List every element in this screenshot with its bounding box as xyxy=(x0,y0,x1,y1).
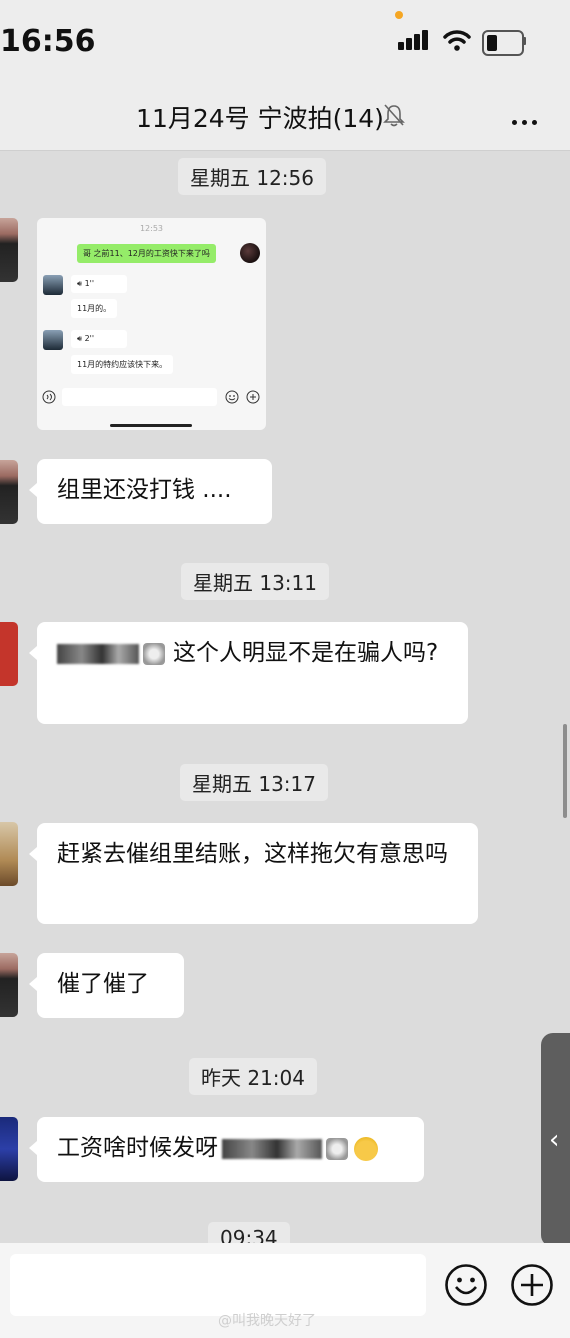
avatar[interactable] xyxy=(0,1117,18,1181)
voice-icon: 🔊︎ xyxy=(77,334,85,343)
message-text: 赶紧去催组里结账，这样拖欠有意思吗 xyxy=(57,841,448,867)
more-icon[interactable] xyxy=(512,110,542,129)
mosaic-redaction xyxy=(57,643,139,664)
voice-duration: 2'' xyxy=(84,334,95,343)
battery-nub xyxy=(523,37,526,45)
message-input[interactable] xyxy=(10,1254,426,1316)
message-bubble[interactable]: 组里还没打钱 .... xyxy=(29,459,272,524)
avatar[interactable] xyxy=(0,953,18,1017)
wifi-icon xyxy=(443,30,471,51)
avatar[interactable] xyxy=(0,218,18,282)
screenshot-input xyxy=(62,388,217,406)
voice-icon: 🔊︎ xyxy=(77,279,85,288)
sticker-emoji xyxy=(143,642,165,665)
voice-duration: 1'' xyxy=(84,279,95,288)
mute-icon xyxy=(383,104,405,127)
timestamp: 星期五 12:56 xyxy=(178,158,326,195)
screenshot-reply: 11月的特约应该快下来。 xyxy=(71,355,174,374)
voice-message: 🔊︎ 2'' xyxy=(71,330,127,348)
timestamp: 昨天 21:04 xyxy=(189,1058,317,1095)
watermark: @叫我晚天好了 xyxy=(218,1313,316,1329)
scrollbar[interactable] xyxy=(563,724,567,818)
chat-title[interactable]: 11月24号 宁波拍(14) xyxy=(0,99,520,135)
message-text: 组里还没打钱 .... xyxy=(57,477,232,503)
emoji-face xyxy=(354,1136,378,1161)
emoji-icon[interactable] xyxy=(444,1263,488,1307)
message-bubble[interactable]: 这个人明显不是在骗人吗? xyxy=(29,622,468,724)
signal-icon xyxy=(398,30,430,50)
screenshot-reply: 11月的。 xyxy=(71,299,118,318)
emoji-icon xyxy=(225,390,239,404)
plus-icon[interactable] xyxy=(510,1263,554,1307)
battery-level xyxy=(487,35,497,51)
message-bubble[interactable]: 赶紧去催组里结账，这样拖欠有意思吗 xyxy=(29,823,478,924)
screenshot-avatar xyxy=(240,243,260,263)
message-text: 这个人明显不是在骗人吗? xyxy=(173,640,439,666)
avatar[interactable] xyxy=(0,460,18,524)
screenshot-time: 12:53 xyxy=(139,224,164,233)
avatar[interactable] xyxy=(0,622,18,686)
mosaic-redaction xyxy=(222,1138,322,1159)
timestamp: 星期五 13:17 xyxy=(180,764,328,801)
status-time: 16:56 xyxy=(0,24,96,59)
chevron-left-icon: ‹ xyxy=(549,1125,560,1155)
message-bubble[interactable]: 催了催了 xyxy=(29,953,184,1018)
sticker-emoji xyxy=(326,1137,348,1160)
screenshot-avatar xyxy=(43,330,63,350)
battery-icon xyxy=(482,30,524,56)
timestamp: 星期五 13:11 xyxy=(181,563,329,600)
screenshot-avatar xyxy=(43,275,63,295)
message-text: 工资啥时候发呀 xyxy=(57,1135,218,1161)
plus-icon xyxy=(246,390,260,404)
voice-message: 🔊︎ 1'' xyxy=(71,275,127,293)
voice-input-icon xyxy=(42,390,56,404)
message-text: 催了催了 xyxy=(57,971,149,997)
message-bubble[interactable]: 工资啥时候发呀 xyxy=(29,1117,424,1182)
privacy-indicator-dot xyxy=(395,11,403,19)
avatar[interactable] xyxy=(0,822,18,886)
image-message[interactable]: 12:53 哥 之前11、12月的工资快下来了吗 🔊︎ 1'' 11月的。 🔊︎… xyxy=(37,218,266,430)
screenshot-sent-bubble: 哥 之前11、12月的工资快下来了吗 xyxy=(77,244,216,263)
home-indicator xyxy=(110,424,192,427)
